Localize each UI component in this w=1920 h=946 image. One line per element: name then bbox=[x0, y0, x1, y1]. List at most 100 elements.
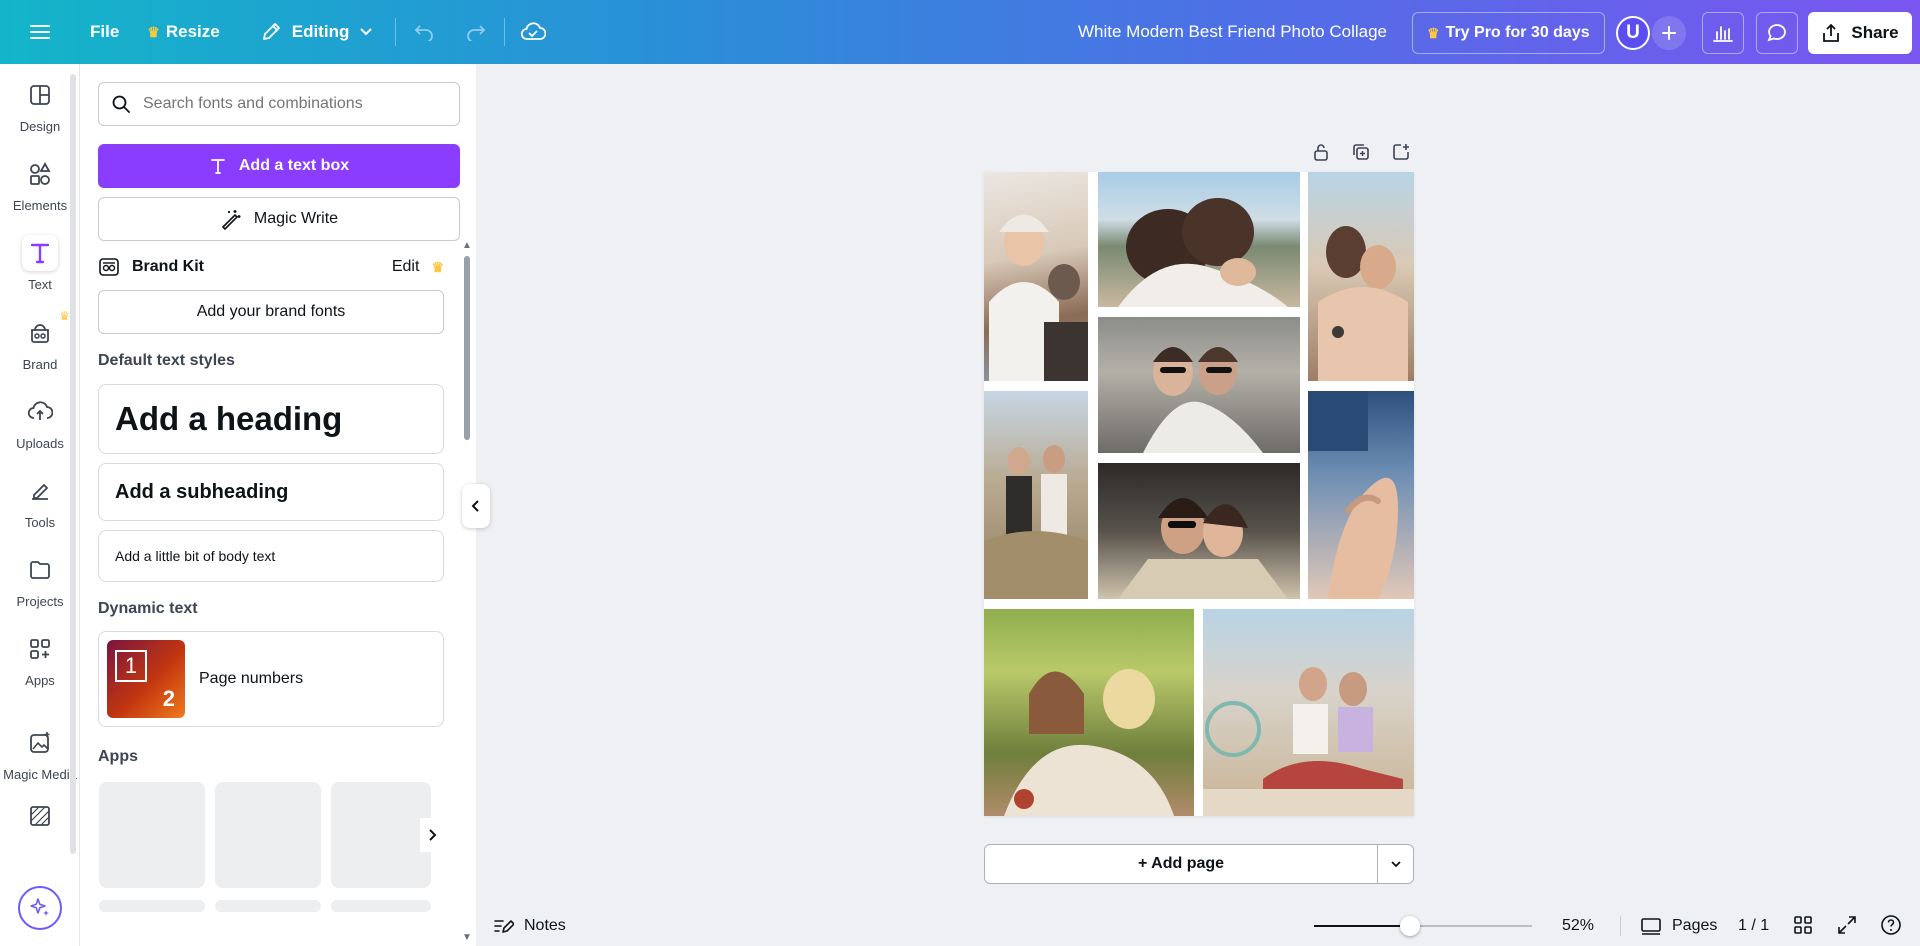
comments-button[interactable] bbox=[1756, 12, 1798, 54]
collage-photo[interactable] bbox=[1308, 391, 1414, 599]
search-input[interactable] bbox=[143, 95, 459, 113]
save-status-button[interactable] bbox=[513, 12, 553, 52]
add-page-menu-button[interactable] bbox=[1377, 844, 1414, 884]
rail-label: Magic Media bbox=[3, 766, 77, 782]
share-button[interactable]: Share bbox=[1808, 12, 1912, 54]
rail-item-uploads[interactable]: Uploads bbox=[0, 387, 80, 457]
rail-item-elements[interactable]: Elements bbox=[0, 149, 80, 219]
brand-kit-edit-link[interactable]: Edit bbox=[392, 258, 420, 276]
add-subheading-card[interactable]: Add a subheading bbox=[98, 463, 444, 521]
insights-button[interactable] bbox=[1702, 12, 1744, 54]
text-icon bbox=[210, 159, 225, 174]
add-text-box-button[interactable]: Add a text box bbox=[98, 144, 460, 188]
design-page[interactable] bbox=[984, 172, 1414, 816]
cloud-check-icon bbox=[521, 22, 547, 40]
magic-write-button[interactable]: Magic Write bbox=[98, 197, 460, 241]
page-numbers-thumbnail: 1 2 bbox=[107, 640, 185, 718]
editing-mode-dropdown[interactable]: Editing bbox=[248, 12, 386, 52]
rail-label: Text bbox=[28, 276, 52, 292]
chevron-down-icon bbox=[360, 28, 373, 36]
collapse-panel-button[interactable] bbox=[462, 484, 490, 528]
fullscreen-button[interactable] bbox=[1836, 914, 1858, 941]
share-label: Share bbox=[1851, 23, 1899, 42]
rail-label: Projects bbox=[16, 593, 64, 609]
app-tile-placeholder[interactable] bbox=[99, 782, 205, 888]
rail-label: Elements bbox=[12, 197, 68, 213]
apps-icon bbox=[22, 631, 58, 667]
magic-media-icon bbox=[22, 725, 58, 761]
collage-photo[interactable] bbox=[1308, 172, 1414, 381]
zoom-value[interactable]: 52% bbox=[1562, 917, 1594, 935]
help-button[interactable] bbox=[1880, 914, 1902, 941]
collage-photo[interactable] bbox=[1098, 172, 1300, 307]
app-label-placeholder bbox=[215, 900, 321, 912]
duplicate-page-button[interactable] bbox=[1346, 140, 1376, 164]
background-icon bbox=[22, 798, 58, 834]
app-tile-placeholder[interactable] bbox=[215, 782, 321, 888]
rail-label: Tools bbox=[24, 514, 56, 530]
undo-button[interactable] bbox=[404, 12, 444, 52]
pencil-icon bbox=[262, 23, 280, 40]
divider bbox=[1620, 916, 1621, 936]
zoom-slider-handle[interactable] bbox=[1400, 916, 1420, 936]
notes-button[interactable]: Notes bbox=[492, 912, 566, 940]
pages-icon bbox=[1641, 918, 1661, 935]
grid-icon bbox=[1794, 916, 1812, 934]
brand-kit-row: Brand Kit Edit ♛ bbox=[98, 255, 444, 279]
grid-view-button[interactable] bbox=[1792, 914, 1814, 941]
rail-item-magic-media[interactable]: Magic Media bbox=[0, 718, 80, 788]
crown-icon: ♛ bbox=[431, 258, 444, 275]
rail-item-design[interactable]: Design bbox=[0, 70, 80, 140]
brand-icon: ♛ bbox=[22, 309, 70, 351]
rail-item-background[interactable] bbox=[0, 798, 80, 848]
rail-item-tools[interactable]: Tools bbox=[0, 466, 80, 536]
uploads-icon bbox=[22, 394, 58, 430]
redo-button[interactable] bbox=[456, 12, 496, 52]
bottom-bar: Notes 52% Pages 1 / 1 bbox=[476, 906, 1920, 946]
search-icon bbox=[112, 95, 130, 113]
pages-label: Pages bbox=[1672, 917, 1718, 934]
pages-button[interactable]: Pages bbox=[1640, 912, 1717, 940]
avatar[interactable]: U bbox=[1616, 16, 1650, 50]
add-body-text-card[interactable]: Add a little bit of body text bbox=[98, 530, 444, 582]
font-search-box[interactable] bbox=[98, 82, 460, 126]
rail-label: Uploads bbox=[16, 435, 64, 451]
collage-photo[interactable] bbox=[1098, 317, 1300, 453]
collage-photo[interactable] bbox=[984, 391, 1088, 599]
file-menu[interactable]: File bbox=[78, 12, 131, 52]
rail-item-apps[interactable]: Apps bbox=[0, 624, 80, 694]
apps-next-button[interactable] bbox=[420, 818, 446, 852]
lock-page-button[interactable] bbox=[1306, 140, 1336, 164]
app-tile-placeholder[interactable] bbox=[331, 782, 431, 888]
page-number-one: 1 bbox=[115, 650, 147, 682]
page-numbers-card[interactable]: 1 2 Page numbers bbox=[98, 631, 444, 727]
add-page-button[interactable]: + Add page bbox=[984, 844, 1378, 884]
rail-label: Design bbox=[19, 118, 61, 134]
rail-item-projects[interactable]: Projects bbox=[0, 545, 80, 615]
elements-icon bbox=[22, 156, 58, 192]
add-collaborator-button[interactable] bbox=[1652, 16, 1686, 50]
text-icon bbox=[22, 234, 58, 271]
brand-kit-icon bbox=[99, 258, 119, 276]
add-page-icon-button[interactable] bbox=[1386, 140, 1416, 164]
resize-button[interactable]: ♛ Resize bbox=[135, 12, 231, 52]
rail-item-text[interactable]: Text bbox=[0, 228, 80, 298]
app-label-placeholder bbox=[99, 900, 205, 912]
rail-scrollbar[interactable] bbox=[70, 74, 76, 854]
panel-scrollbar[interactable] bbox=[464, 256, 470, 440]
rail-label: Apps bbox=[25, 672, 55, 688]
scroll-down-arrow[interactable]: ▼ bbox=[462, 932, 472, 943]
add-heading-card[interactable]: Add a heading bbox=[98, 384, 444, 454]
collage-photo[interactable] bbox=[984, 172, 1088, 381]
scroll-up-arrow[interactable]: ▲ bbox=[462, 240, 472, 251]
collage-photo[interactable] bbox=[984, 609, 1194, 816]
try-pro-button[interactable]: ♛ Try Pro for 30 days bbox=[1412, 12, 1605, 54]
add-brand-fonts-button[interactable]: Add your brand fonts bbox=[98, 290, 444, 334]
notes-label: Notes bbox=[524, 917, 566, 934]
menu-button[interactable] bbox=[20, 12, 60, 52]
document-title[interactable]: White Modern Best Friend Photo Collage bbox=[1078, 0, 1387, 64]
collage-photo[interactable] bbox=[1098, 463, 1300, 599]
rail-item-brand[interactable]: ♛ Brand bbox=[0, 308, 80, 378]
magic-assistant-button[interactable] bbox=[18, 886, 62, 930]
collage-photo[interactable] bbox=[1203, 609, 1414, 816]
